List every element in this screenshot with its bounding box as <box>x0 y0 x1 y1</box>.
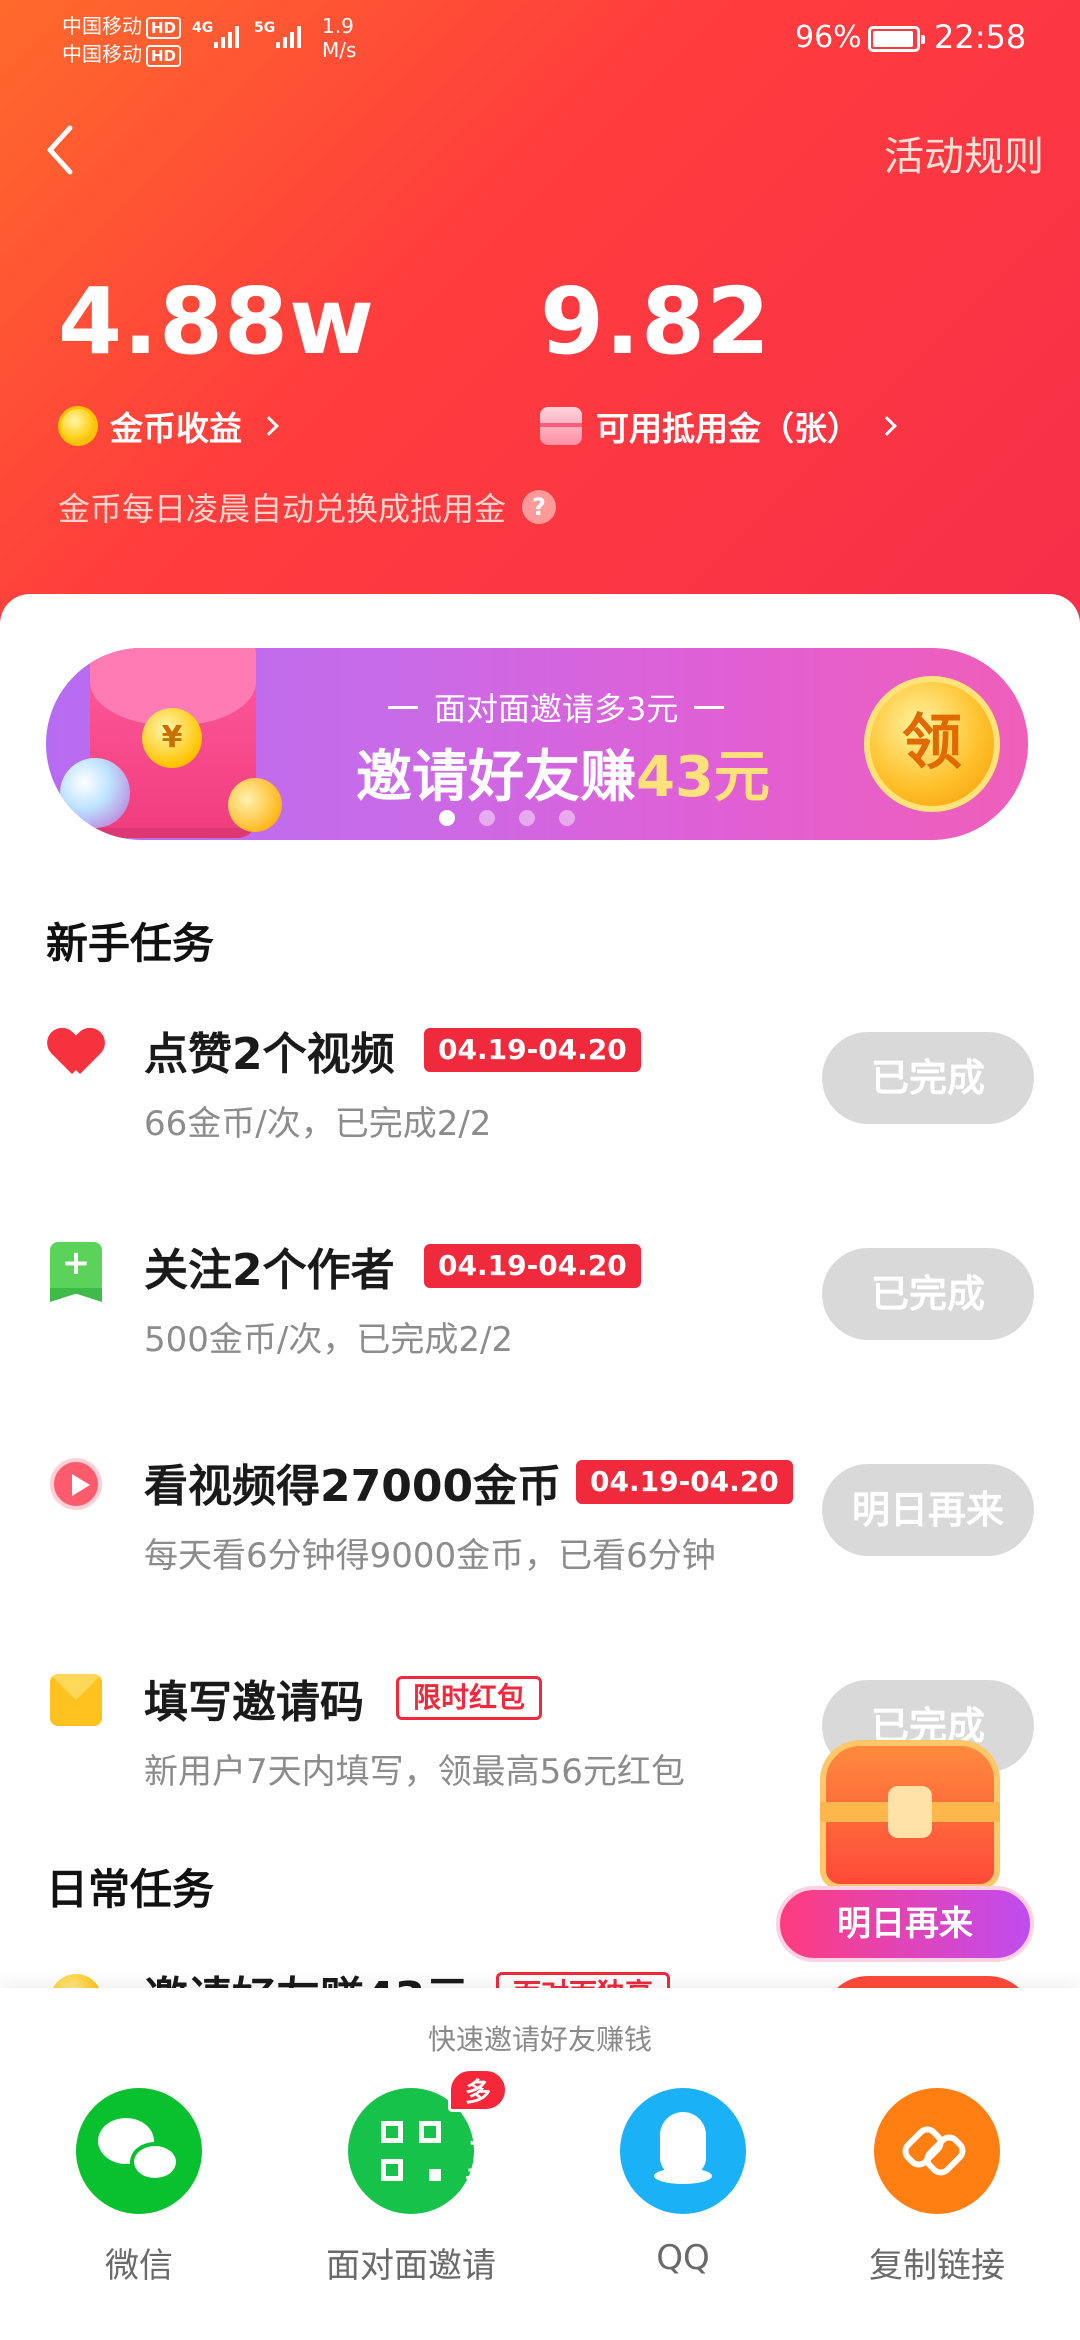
task-name: 关注2个作者 <box>144 1245 395 1296</box>
carrier-name-2: 中国移动 <box>62 42 142 66</box>
share-hint: 快速邀请好友赚钱 <box>427 2023 652 2056</box>
carousel-dots <box>46 810 1028 826</box>
exchange-note: 金币每日凌晨自动兑换成抵用金 ? <box>58 484 557 530</box>
task-status-button[interactable]: 已完成 <box>822 1032 1034 1124</box>
invite-banner[interactable]: ¥ 面对面邀请多3元 邀请好友赚43元 领 <box>46 648 1028 840</box>
envelope-icon <box>50 1674 102 1726</box>
hd-badge-1: HD <box>146 17 182 39</box>
task-promo-tag: 限时红包 <box>396 1676 543 1720</box>
link-icon <box>874 2088 1000 2214</box>
heart-icon <box>50 1026 102 1078</box>
activity-rules-link[interactable]: 活动规则 <box>884 124 1044 182</box>
task-desc: 500金币/次，已完成2/2 <box>144 1320 514 1360</box>
battery-percent: 96% <box>795 20 862 55</box>
share-copy-link[interactable]: 复制链接 <box>822 2088 1052 2308</box>
task-desc: 66金币/次，已完成2/2 <box>144 1104 492 1144</box>
qq-icon <box>620 2088 746 2214</box>
clock: 22:58 <box>934 18 1027 56</box>
share-label: QQ <box>656 2238 710 2278</box>
task-date-tag: 04.19-04.20 <box>424 1244 641 1288</box>
coin-earnings-value: 4.88w <box>58 268 375 375</box>
coin-earnings-label: 金币收益 <box>110 409 242 448</box>
yuan-seal: ¥ <box>142 708 202 768</box>
promo-badge: 多3元 <box>448 2068 509 2196</box>
voucher-icon <box>540 407 582 445</box>
carousel-dot[interactable] <box>519 810 535 826</box>
banner-subtitle: 面对面邀请多3元 <box>372 684 740 730</box>
banner-title: 邀请好友赚43元 <box>356 732 770 813</box>
speed-unit: M/s <box>322 38 357 62</box>
share-qq[interactable]: QQ <box>568 2088 798 2308</box>
share-panel: 快速邀请好友赚钱 微信 多3元 面对面邀请 QQ 复制链接 <box>0 1988 1080 2340</box>
task-row: 关注2个作者 04.19-04.20 500金币/次，已完成2/2 已完成 <box>0 1234 1080 1384</box>
task-date-tag: 04.19-04.20 <box>424 1028 641 1072</box>
share-label: 微信 <box>105 2246 173 2286</box>
task-name: 点赞2个视频 <box>144 1029 395 1080</box>
daily-section-title: 日常任务 <box>46 1865 215 1914</box>
play-icon <box>50 1458 102 1510</box>
task-desc: 每天看6分钟得9000金币，已看6分钟 <box>144 1536 716 1576</box>
task-row: 点赞2个视频 04.19-04.20 66金币/次，已完成2/2 已完成 <box>0 1018 1080 1168</box>
voucher-label: 可用抵用金（张） <box>596 409 860 448</box>
signal-bars-1 <box>214 26 239 48</box>
network-speed: 1.9 M/s <box>322 14 356 62</box>
banner-subtitle-text: 面对面邀请多3元 <box>434 690 679 728</box>
share-wechat[interactable]: 微信 <box>24 2088 254 2308</box>
share-face-to-face[interactable]: 多3元 面对面邀请 <box>296 2068 526 2308</box>
network-type-1: 4G <box>192 20 214 36</box>
claim-button[interactable]: 领 <box>864 676 1000 812</box>
chevron-right-icon <box>877 416 897 436</box>
treasure-button[interactable]: 明日再来 <box>776 1886 1034 1962</box>
task-name: 填写邀请码 <box>144 1677 364 1728</box>
banner-title-prefix: 邀请好友赚 <box>356 745 636 810</box>
treasure-chest-icon <box>820 1740 1000 1890</box>
share-label: 面对面邀请 <box>326 2246 496 2286</box>
task-date-tag: 04.19-04.20 <box>576 1460 793 1504</box>
speed-value: 1.9 <box>322 14 354 38</box>
exchange-note-text: 金币每日凌晨自动兑换成抵用金 <box>58 490 507 528</box>
carousel-dot[interactable] <box>479 810 495 826</box>
task-status-button[interactable]: 明日再来 <box>822 1464 1034 1556</box>
treasure-widget[interactable]: 明日再来 <box>776 1740 1040 1970</box>
banner-title-amount: 43元 <box>636 745 770 810</box>
qrcode-icon: 多3元 <box>348 2068 509 2214</box>
task-row: 看视频得27000金币 04.19-04.20 每天看6分钟得9000金币，已看… <box>0 1450 1080 1600</box>
coin-icon <box>58 406 98 446</box>
battery-icon <box>868 26 925 52</box>
task-status-button[interactable]: 已完成 <box>822 1248 1034 1340</box>
chevron-right-icon <box>259 416 279 436</box>
hd-badge-2: HD <box>146 45 182 67</box>
help-icon[interactable]: ? <box>522 490 557 524</box>
newbie-section-title: 新手任务 <box>46 919 215 968</box>
task-name: 看视频得27000金币 <box>144 1461 562 1512</box>
carousel-dot[interactable] <box>439 810 455 826</box>
signal-bars-2 <box>276 26 301 48</box>
coin-earnings-link[interactable]: 金币收益 <box>58 402 279 450</box>
voucher-value: 9.82 <box>540 268 771 375</box>
carrier-name-1: 中国移动 <box>62 14 142 38</box>
voucher-link[interactable]: 可用抵用金（张） <box>540 402 897 450</box>
back-button[interactable] <box>40 120 84 180</box>
share-label: 复制链接 <box>869 2246 1005 2286</box>
network-type-2: 5G <box>254 20 276 36</box>
follow-icon <box>50 1242 102 1294</box>
carrier-info: 中国移动 HD 中国移动 HD <box>62 12 182 68</box>
status-bar: 中国移动 HD 中国移动 HD 4G 5G 1.9 M/s 96% 22:58 <box>0 0 1080 80</box>
carousel-dot[interactable] <box>559 810 575 826</box>
task-desc: 新用户7天内填写，领最高56元红包 <box>144 1752 685 1792</box>
chevron-left-icon <box>47 125 73 175</box>
wechat-icon <box>76 2088 202 2214</box>
